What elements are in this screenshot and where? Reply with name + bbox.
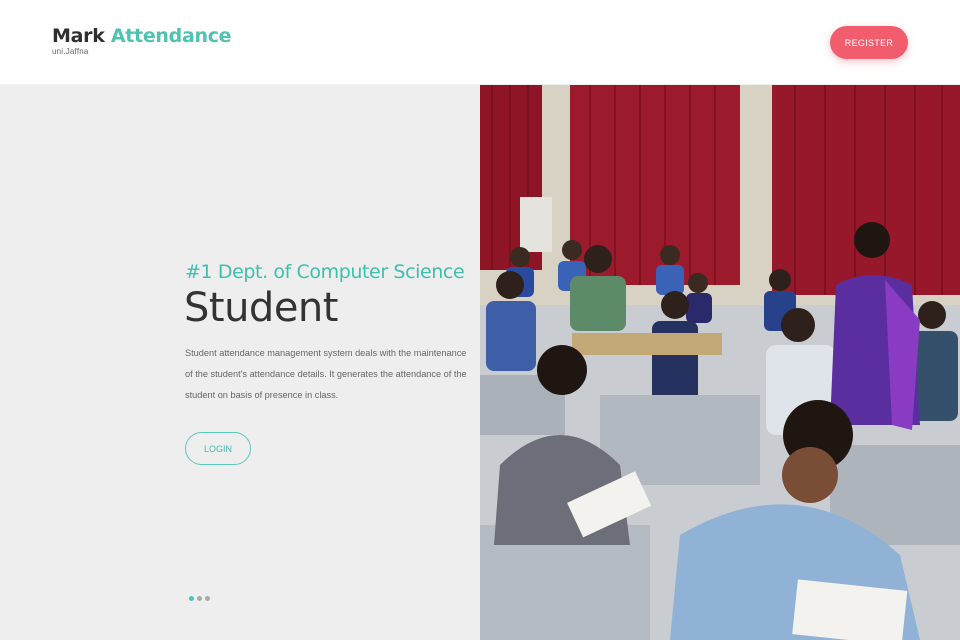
hero-headline: Student bbox=[184, 285, 338, 331]
site-header: Mark Attendance uni.Jaffna REGISTER bbox=[0, 0, 960, 85]
brand-logo[interactable]: Mark Attendance uni.Jaffna bbox=[52, 24, 232, 56]
brand-title: Mark Attendance bbox=[52, 24, 232, 48]
brand-title-attendance: Attendance bbox=[110, 25, 232, 47]
login-button[interactable]: LOGIN bbox=[185, 432, 251, 465]
hero-classroom-photo bbox=[480, 85, 960, 640]
classroom-illustration bbox=[480, 85, 960, 640]
slider-dot-1[interactable] bbox=[189, 596, 194, 601]
brand-subtitle: uni.Jaffna bbox=[52, 47, 89, 56]
hero-tagline: #1 Dept. of Computer Science bbox=[185, 261, 465, 283]
hero-text-panel: #1 Dept. of Computer Science Student Stu… bbox=[0, 85, 480, 640]
hero-description: Student attendance management system dea… bbox=[185, 348, 467, 400]
slider-dot-3[interactable] bbox=[205, 596, 210, 601]
slider-dot-2[interactable] bbox=[197, 596, 202, 601]
brand-title-mark: Mark bbox=[52, 25, 105, 47]
slider-dots bbox=[189, 596, 210, 601]
register-button[interactable]: REGISTER bbox=[830, 26, 908, 59]
